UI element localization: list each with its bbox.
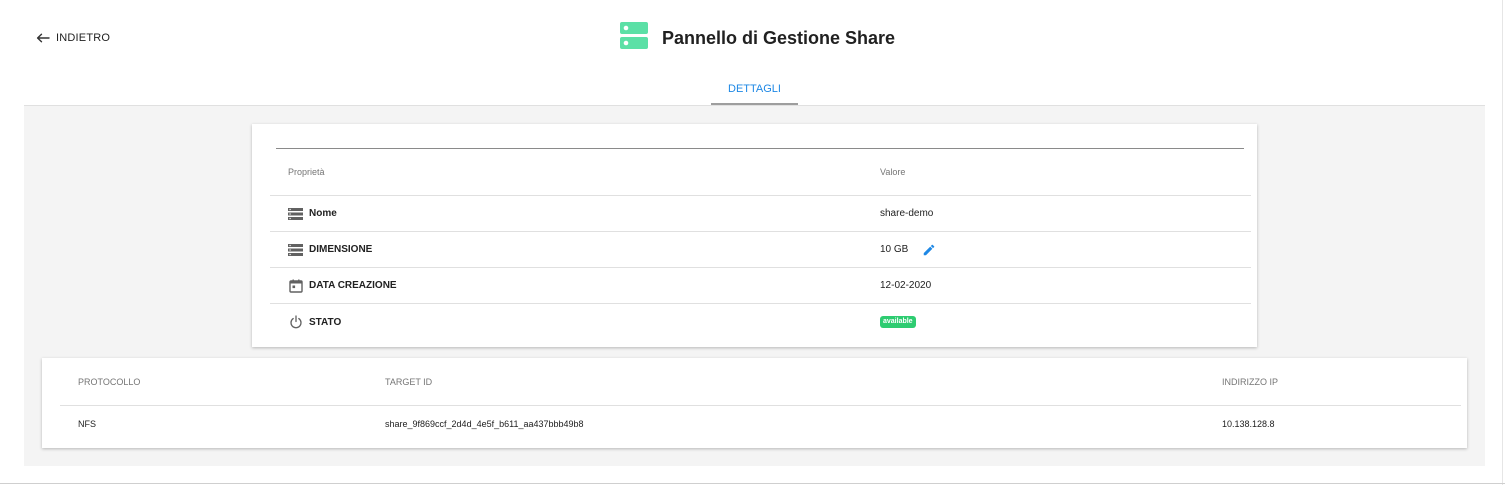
target-id-cell: share_9f869ccf_2d4d_4e5f_b611_aa437bbb49…	[385, 419, 584, 429]
protocols-card: PROTOCOLLO TARGET ID INDIRIZZO IP NFS sh…	[42, 358, 1467, 448]
table-row: NFS share_9f869ccf_2d4d_4e5f_b611_aa437b…	[60, 406, 1461, 442]
page-title-group: Pannello di Gestione Share	[620, 21, 896, 56]
property-column-header: Proprietà	[288, 167, 325, 177]
share-size-value: 10 GB	[880, 244, 909, 255]
details-row-stato: STATO available	[270, 304, 1251, 340]
storage-icon	[288, 242, 303, 257]
details-row-property: Nome	[288, 196, 337, 231]
tab-dettagli[interactable]: DETTAGLI	[711, 72, 798, 105]
details-row-property: DATA CREAZIONE	[288, 268, 397, 303]
share-management-page: INDIETRO Pannello di Gestione Share DETT…	[0, 0, 1505, 485]
details-card: Proprietà Valore Nome share-demo DIMENSI…	[252, 124, 1257, 347]
edit-pencil-icon[interactable]	[922, 243, 936, 257]
page-title: Pannello di Gestione Share	[662, 27, 896, 48]
details-row-nome: Nome share-demo	[270, 196, 1251, 232]
calendar-icon	[288, 278, 303, 293]
details-row-value: share-demo	[880, 196, 933, 231]
tab-label: DETTAGLI	[728, 82, 781, 95]
details-row-value: 10 GB	[880, 232, 936, 267]
details-row-property: DIMENSIONE	[288, 232, 372, 267]
back-button-label: INDIETRO	[56, 32, 111, 44]
details-row-dimensione: DIMENSIONE 10 GB	[270, 232, 1251, 268]
target-id-column-header: TARGET ID	[385, 376, 433, 387]
ip-address-column-header: INDIRIZZO IP	[1222, 376, 1278, 387]
creation-date-value: 12-02-2020	[880, 280, 932, 291]
share-name-value: share-demo	[880, 208, 934, 219]
details-row-data-creazione: DATA CREAZIONE 12-02-2020	[270, 268, 1251, 304]
back-button[interactable]: INDIETRO	[36, 29, 110, 47]
details-row-value: available	[880, 304, 916, 340]
status-badge: available	[880, 316, 916, 328]
property-label: DATA CREAZIONE	[309, 280, 397, 291]
details-row-property: STATO	[288, 304, 341, 340]
storage-icon	[288, 206, 303, 221]
details-row-value: 12-02-2020	[880, 268, 931, 303]
details-header-row: Proprietà Valore	[270, 149, 1251, 196]
server-storage-icon	[620, 21, 648, 56]
details-table: Proprietà Valore Nome share-demo DIMENSI…	[270, 149, 1251, 340]
protocol-cell: NFS	[78, 419, 96, 429]
protocols-header-row: PROTOCOLLO TARGET ID INDIRIZZO IP	[60, 358, 1461, 406]
arrow-left-icon	[36, 33, 50, 43]
property-label: DIMENSIONE	[309, 244, 373, 255]
ip-address-cell: 10.138.128.8	[1222, 419, 1275, 429]
window-edge	[1502, 0, 1503, 485]
active-tab-indicator	[711, 103, 798, 105]
page-header: INDIETRO Pannello di Gestione Share DETT…	[24, 0, 1485, 106]
value-column-header: Valore	[880, 167, 906, 177]
power-icon	[288, 315, 303, 330]
bottom-divider	[0, 483, 1505, 484]
property-label: Nome	[309, 208, 337, 219]
protocol-column-header: PROTOCOLLO	[78, 376, 141, 387]
property-label: STATO	[309, 316, 342, 328]
